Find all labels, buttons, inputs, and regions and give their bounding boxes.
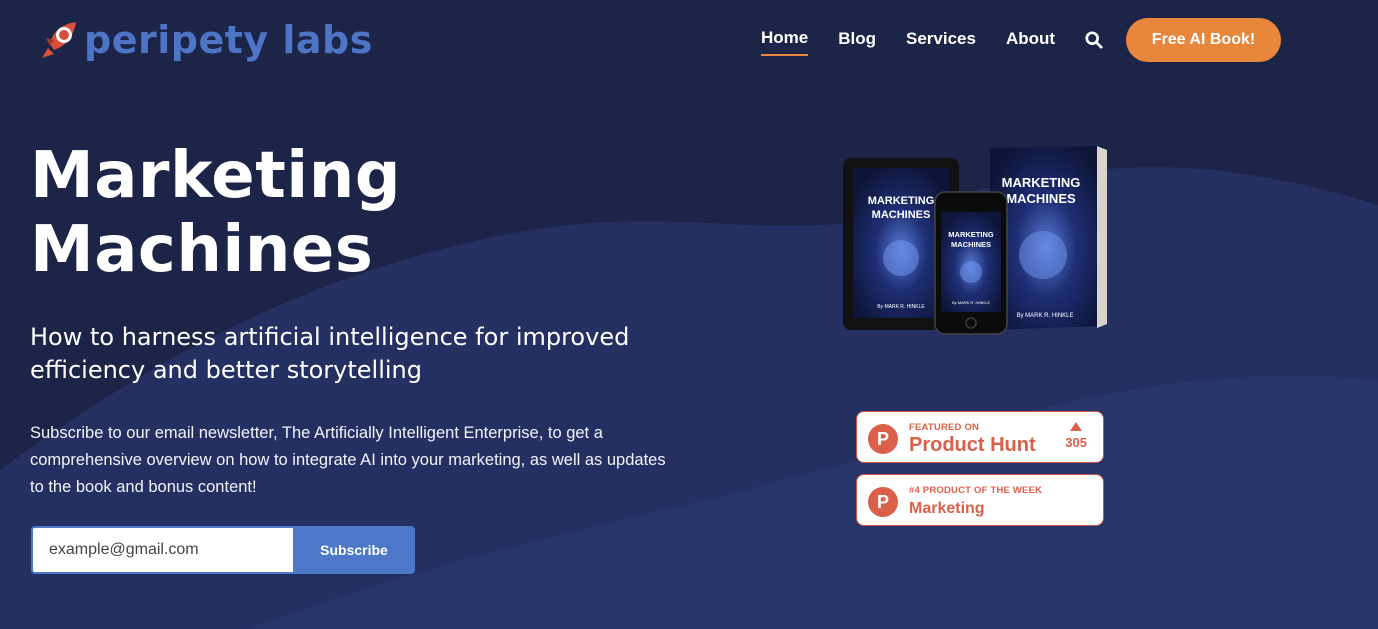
product-hunt-icon: P — [868, 487, 898, 517]
email-input[interactable] — [31, 526, 293, 574]
hero-title-line1: Marketing — [30, 139, 402, 213]
main-nav: Home Blog Services About — [761, 28, 1141, 56]
book-mockup-image: MARKETING MACHINES By MARK R. HINKLE MAR… — [843, 146, 1107, 335]
tablet-book-title-line2: MACHINES — [872, 209, 931, 221]
hero-title-line2: Machines — [30, 212, 374, 287]
hero-description: Subscribe to our email newsletter, The A… — [30, 423, 666, 497]
logo[interactable]: peripety labs — [40, 18, 373, 62]
badge-eyebrow: #4 PRODUCT OF THE WEEK — [909, 485, 1043, 496]
product-hunt-icon: P — [868, 424, 898, 454]
phone-book-title-line1: MARKETING — [948, 230, 994, 239]
phone-book-title-line2: MACHINES — [951, 240, 991, 249]
rocket-icon — [42, 22, 76, 58]
product-hunt-week-badge[interactable]: P #4 PRODUCT OF THE WEEK Marketing — [856, 474, 1104, 526]
book-title-line1: MARKETING — [1002, 175, 1081, 190]
badge-title: Product Hunt — [909, 434, 1036, 456]
hero-section: Marketing Machines How to harness artifi… — [30, 139, 670, 502]
vote-count: 305 — [1065, 435, 1087, 450]
tablet-book-title-line1: MARKETING — [868, 195, 935, 207]
phone-author: By MARK R. HINKLE — [952, 300, 990, 305]
upvote-arrow-icon — [1070, 422, 1083, 431]
nav-item-home[interactable]: Home — [761, 28, 809, 56]
hero-title: Marketing Machines — [30, 139, 670, 287]
book-author: By MARK R. HINKLE — [1016, 313, 1073, 319]
tablet-author: By MARK R. HINKLE — [877, 304, 925, 310]
upvote-count: 305 — [1065, 422, 1087, 450]
subscribe-button[interactable]: Subscribe — [293, 526, 415, 574]
free-ai-book-button[interactable]: Free AI Book! — [1126, 18, 1281, 62]
badge-eyebrow: FEATURED ON — [909, 422, 980, 433]
book-title-line2: MACHINES — [1006, 191, 1076, 206]
brand-name: peripety labs — [84, 18, 373, 62]
nav-item-services[interactable]: Services — [906, 29, 976, 55]
product-hunt-featured-badge[interactable]: P FEATURED ON Product Hunt 305 — [856, 411, 1104, 463]
badge-title: Marketing — [909, 500, 985, 517]
search-icon[interactable] — [1085, 31, 1103, 49]
hero-subtitle: How to harness artificial intelligence f… — [30, 323, 630, 384]
nav-item-blog[interactable]: Blog — [838, 29, 876, 55]
nav-item-about[interactable]: About — [1006, 29, 1055, 55]
newsletter-form: Subscribe — [31, 526, 415, 574]
